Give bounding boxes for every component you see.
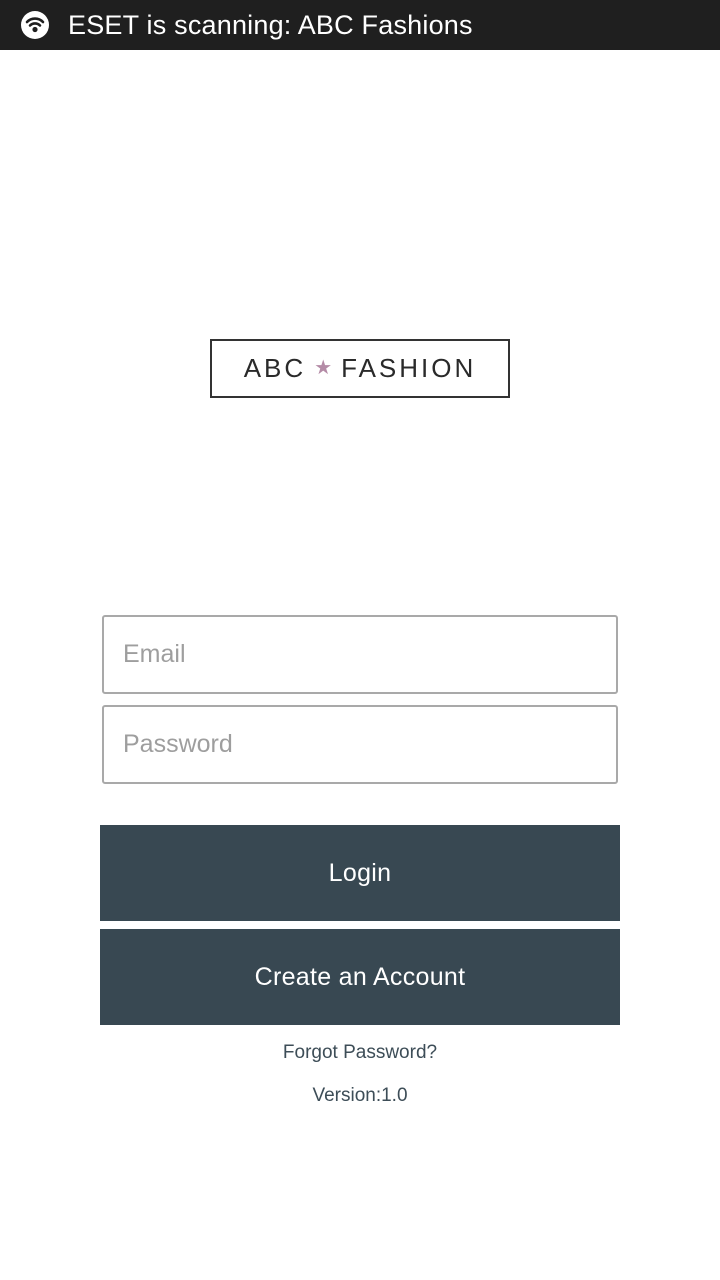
version-label: Version:1.0 xyxy=(312,1085,408,1106)
notification-bar: ESET is scanning: ABC Fashions xyxy=(0,0,720,50)
email-field[interactable] xyxy=(102,615,618,694)
logo-text-right: FASHION xyxy=(341,353,477,383)
login-screen: ESET is scanning: ABC Fashions ABC ★ FAS… xyxy=(0,0,720,1280)
password-input[interactable] xyxy=(123,730,616,759)
logo-text-left: ABC xyxy=(243,353,307,383)
forgot-password-link[interactable]: Forgot Password? xyxy=(0,1042,720,1064)
eset-icon xyxy=(20,10,50,40)
password-field[interactable] xyxy=(102,705,618,784)
email-input[interactable] xyxy=(123,640,616,669)
login-button[interactable]: Login xyxy=(100,825,620,921)
create-account-button[interactable]: Create an Account xyxy=(100,929,620,1025)
notification-text: ESET is scanning: ABC Fashions xyxy=(68,9,473,40)
star-icon: ★ xyxy=(314,357,333,379)
brand-logo: ABC ★ FASHION xyxy=(210,339,510,398)
